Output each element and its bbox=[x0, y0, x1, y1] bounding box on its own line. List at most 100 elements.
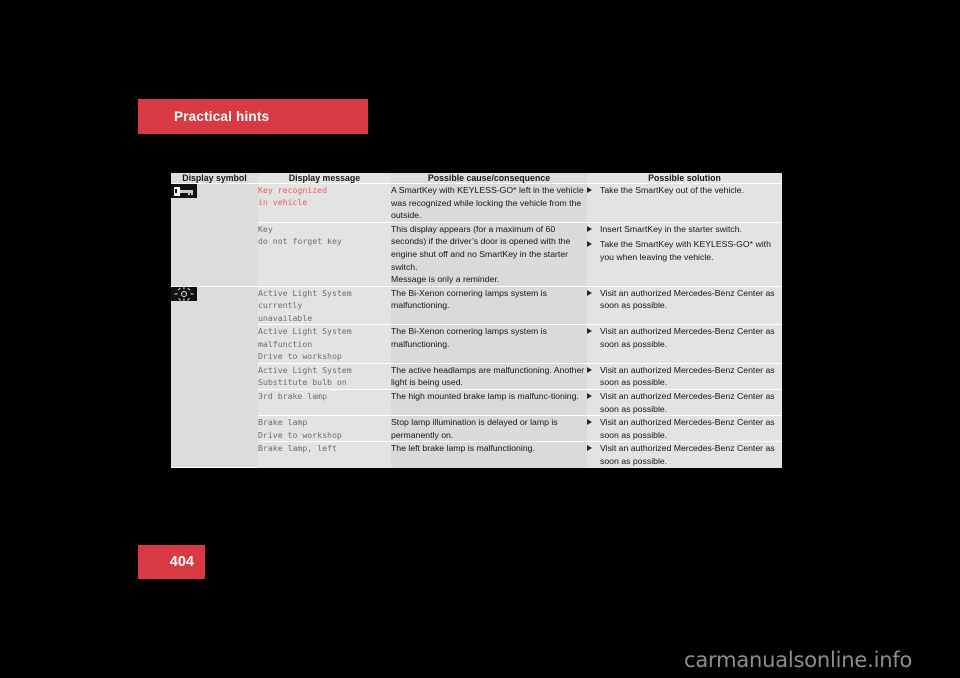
display-message-text: Brake lamp, left bbox=[258, 443, 337, 454]
solution-text: Insert SmartKey in the starter switch. bbox=[600, 223, 742, 234]
chapter-title: Practical hints bbox=[174, 109, 270, 124]
solution-text: Visit an authorized Mercedes-Benz Center… bbox=[600, 287, 775, 311]
possible-cause-text: The active headlamps are malfunctioning.… bbox=[391, 364, 585, 388]
bullet-arrow-icon bbox=[587, 366, 592, 373]
solution-list-item: Take the SmartKey out of the vehicle. bbox=[587, 184, 782, 197]
table-row: Key recognized in vehicle A SmartKey with… bbox=[171, 183, 782, 287]
display-message-text: 3rd brake lamp bbox=[258, 390, 328, 401]
display-message-cell: Key recognized in vehicle bbox=[258, 183, 391, 223]
solution-text: Visit an authorized Mercedes-Benz Center… bbox=[600, 326, 775, 349]
table-row: Active Light System currently unavailabl… bbox=[171, 286, 782, 469]
possible-cause-cell: The high mounted brake lamp is malfunc-t… bbox=[391, 389, 587, 417]
display-message-text: Key do not forget key bbox=[258, 223, 342, 247]
solution-list-item: Take the SmartKey with KEYLESS-GO* with … bbox=[587, 238, 782, 263]
table-row: Active Light System Substitute bulb on Th… bbox=[171, 363, 782, 390]
possible-solution-cell: Visit an authorized Mercedes-Benz Center… bbox=[587, 415, 782, 443]
bullet-arrow-icon bbox=[587, 445, 592, 452]
display-message-text: Brake lamp Drive to workshop bbox=[258, 417, 342, 440]
possible-solution-cell: Visit an authorized Mercedes-Benz Center… bbox=[587, 389, 782, 417]
solution-list: Visit an authorized Mercedes-Benz Center… bbox=[587, 442, 782, 467]
table-header-row: Display symbol Display message Possible … bbox=[171, 173, 782, 184]
solution-list: Take the SmartKey out of the vehicle. bbox=[587, 184, 782, 197]
bullet-arrow-icon bbox=[587, 241, 592, 248]
display-message-cell: Brake lamp Drive to workshop bbox=[258, 415, 391, 443]
display-message-text: Key recognized in vehicle bbox=[258, 185, 328, 208]
solution-list: Visit an authorized Mercedes-Benz Center… bbox=[587, 364, 782, 389]
possible-solution-cell: Insert SmartKey in the starter switch. Ta… bbox=[587, 222, 782, 287]
column-header-possible-solution: Possible solution bbox=[587, 173, 782, 184]
display-symbol-cell bbox=[171, 183, 258, 287]
possible-cause-text: The left brake lamp is malfunctioning. bbox=[391, 443, 535, 454]
solution-list-item: Visit an authorized Mercedes-Benz Center… bbox=[587, 364, 782, 389]
display-message-cell: 3rd brake lamp bbox=[258, 389, 391, 417]
table-row: Brake lamp Drive to workshop Stop lamp il… bbox=[171, 415, 782, 443]
possible-solution-cell: Visit an authorized Mercedes-Benz Center… bbox=[587, 286, 782, 326]
possible-cause-cell: Stop lamp illumination is delayed or lam… bbox=[391, 415, 587, 443]
table-row: 3rd brake lamp The high mounted brake lam… bbox=[171, 389, 782, 417]
display-messages-table: Display symbol Display message Possible … bbox=[171, 173, 782, 469]
solution-text: Visit an authorized Mercedes-Benz Center… bbox=[600, 443, 775, 466]
page-number: 404 bbox=[169, 554, 194, 570]
possible-solution-cell: Visit an authorized Mercedes-Benz Center… bbox=[587, 441, 782, 468]
solution-text: Take the SmartKey out of the vehicle. bbox=[600, 185, 744, 195]
solution-list: Visit an authorized Mercedes-Benz Center… bbox=[587, 390, 782, 415]
possible-cause-cell: The left brake lamp is malfunctioning. bbox=[391, 441, 587, 468]
key-symbol-icon bbox=[171, 184, 197, 198]
possible-cause-text: This display appears (for a maximum of 6… bbox=[391, 223, 571, 285]
solution-list-item: Visit an authorized Mercedes-Benz Center… bbox=[587, 442, 782, 467]
possible-cause-text: The Bi-Xenon cornering lamps system is m… bbox=[391, 287, 547, 311]
column-header-display-message: Display message bbox=[258, 173, 391, 184]
table-row: Active Light System malfunction Drive to… bbox=[171, 324, 782, 364]
bullet-arrow-icon bbox=[587, 289, 592, 296]
table-body: Key recognized in vehicle A SmartKey with… bbox=[171, 183, 782, 469]
possible-solution-cell: Visit an authorized Mercedes-Benz Center… bbox=[587, 324, 782, 364]
bullet-arrow-icon bbox=[587, 419, 592, 426]
possible-solution-cell: Take the SmartKey out of the vehicle. bbox=[587, 183, 782, 223]
display-message-cell: Brake lamp, left bbox=[258, 441, 391, 468]
table-header: Display symbol Display message Possible … bbox=[171, 173, 782, 184]
lamp-symbol-icon bbox=[171, 286, 197, 302]
bullet-arrow-icon bbox=[587, 392, 592, 399]
possible-cause-text: A SmartKey with KEYLESS-GO* left in the … bbox=[391, 185, 584, 221]
solution-list: Visit an authorized Mercedes-Benz Center… bbox=[587, 287, 782, 312]
page-sheet: Practical hints Display symbol Display m… bbox=[0, 0, 960, 678]
display-symbol-cell bbox=[171, 286, 258, 469]
page-number-badge: 404 bbox=[138, 545, 205, 579]
solution-text: Visit an authorized Mercedes-Benz Center… bbox=[600, 364, 775, 388]
possible-cause-cell: The Bi-Xenon cornering lamps system is m… bbox=[391, 324, 587, 364]
table-row: Brake lamp, left The left brake lamp is m… bbox=[171, 441, 782, 468]
possible-cause-text: The high mounted brake lamp is malfunc-t… bbox=[391, 390, 579, 401]
bullet-arrow-icon bbox=[587, 187, 592, 193]
solution-list-item: Visit an authorized Mercedes-Benz Center… bbox=[587, 325, 782, 350]
column-header-possible-cause: Possible cause/consequence bbox=[391, 173, 587, 184]
display-message-text: Active Light System malfunction Drive to… bbox=[258, 326, 352, 362]
solution-text: Visit an authorized Mercedes-Benz Center… bbox=[600, 417, 775, 440]
possible-cause-cell: The active headlamps are malfunctioning.… bbox=[391, 363, 587, 390]
display-message-text: Active Light System Substitute bulb on bbox=[258, 364, 352, 388]
solution-text: Visit an authorized Mercedes-Benz Center… bbox=[600, 390, 775, 414]
solution-list: Visit an authorized Mercedes-Benz Center… bbox=[587, 416, 782, 441]
display-message-cell: Key do not forget key bbox=[258, 222, 391, 287]
solution-list-item: Visit an authorized Mercedes-Benz Center… bbox=[587, 416, 782, 441]
possible-cause-text: The Bi-Xenon cornering lamps system is m… bbox=[391, 326, 547, 349]
column-header-display-symbol: Display symbol bbox=[171, 173, 258, 184]
display-message-cell: Active Light System currently unavailabl… bbox=[258, 286, 391, 326]
display-message-text: Active Light System currently unavailabl… bbox=[258, 287, 352, 323]
possible-solution-cell: Visit an authorized Mercedes-Benz Center… bbox=[587, 363, 782, 390]
solution-list: Insert SmartKey in the starter switch. Ta… bbox=[587, 223, 782, 264]
chapter-banner: Practical hints bbox=[138, 99, 368, 134]
solution-text: Take the SmartKey with KEYLESS-GO* with … bbox=[600, 239, 771, 263]
solution-list: Visit an authorized Mercedes-Benz Center… bbox=[587, 325, 782, 350]
possible-cause-cell: This display appears (for a maximum of 6… bbox=[391, 222, 587, 287]
display-message-cell: Active Light System Substitute bulb on bbox=[258, 363, 391, 390]
bullet-arrow-icon bbox=[587, 328, 592, 335]
possible-cause-cell: The Bi-Xenon cornering lamps system is m… bbox=[391, 286, 587, 326]
watermark-text: carmanualsonline.info bbox=[684, 648, 913, 672]
possible-cause-text: Stop lamp illumination is delayed or lam… bbox=[391, 417, 558, 440]
display-message-cell: Active Light System malfunction Drive to… bbox=[258, 324, 391, 364]
solution-list-item: Insert SmartKey in the starter switch. bbox=[587, 223, 782, 236]
solution-list-item: Visit an authorized Mercedes-Benz Center… bbox=[587, 287, 782, 312]
bullet-arrow-icon bbox=[587, 225, 592, 232]
solution-list-item: Visit an authorized Mercedes-Benz Center… bbox=[587, 390, 782, 415]
possible-cause-cell: A SmartKey with KEYLESS-GO* left in the … bbox=[391, 183, 587, 223]
